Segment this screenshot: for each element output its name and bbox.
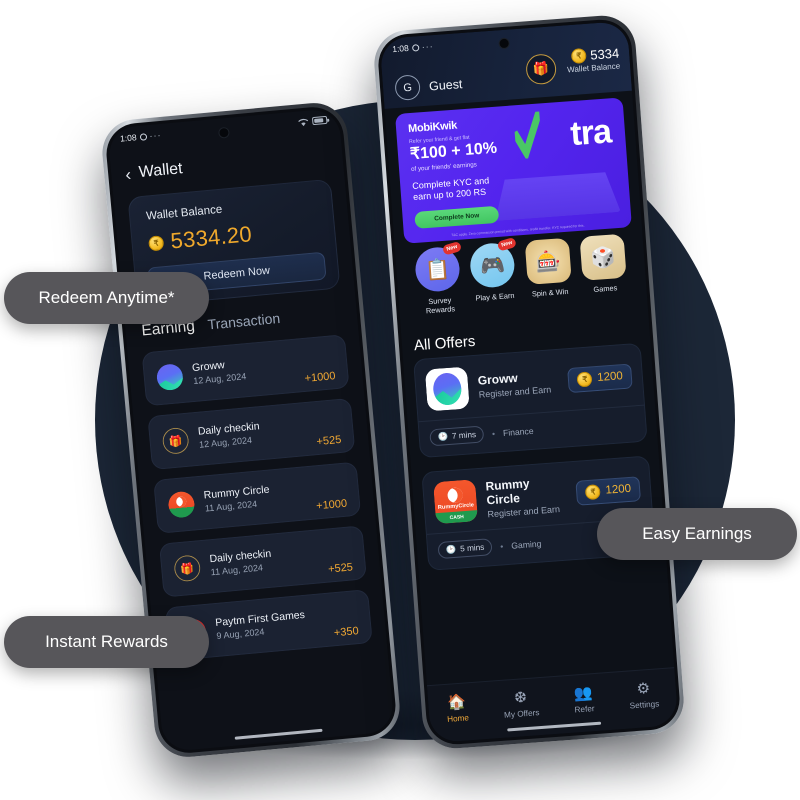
coin-icon: ₹ xyxy=(585,483,602,500)
offer-time-chip: 🕑 5 mins xyxy=(437,538,493,560)
banner-kyc-line: Complete KYC and earn up to 200 RS xyxy=(411,175,490,203)
promo-banner[interactable]: tra MobiKwik Refer your friend & get fla… xyxy=(395,97,632,244)
home-indicator xyxy=(234,728,323,740)
clock-icon: 🕑 xyxy=(445,544,457,555)
avatar: G xyxy=(394,74,421,101)
back-chevron-icon[interactable]: ‹ xyxy=(124,164,131,183)
offer-category: Gaming xyxy=(510,538,542,551)
balance-label: Wallet Balance xyxy=(145,203,223,223)
wallet-balance-widget[interactable]: ₹ 5334 Wallet Balance xyxy=(566,46,621,75)
list-item[interactable]: Rummy Circle 11 Aug, 2024 +1000 xyxy=(153,461,362,534)
banner-copy: MobiKwik Refer your friend & get flat ₹1… xyxy=(408,115,527,229)
games-board-icon: 🎲 xyxy=(579,233,627,281)
item-amount: +350 xyxy=(333,625,360,640)
coin-icon: ₹ xyxy=(576,370,593,387)
nav-label: Home xyxy=(446,712,470,724)
status-indicator-icon xyxy=(411,43,419,52)
page-title: Wallet xyxy=(138,160,184,182)
offer-time: 7 mins xyxy=(451,430,477,441)
list-item[interactable]: 🎁 Daily checkin 11 Aug, 2024 +525 xyxy=(158,525,367,598)
quick-app-label: Games xyxy=(593,283,618,295)
user-name: Guest xyxy=(428,76,463,94)
quick-app-games[interactable]: 🎲 Games xyxy=(575,233,635,323)
list-item[interactable]: Groww 12 Aug, 2024 +1000 xyxy=(141,334,350,407)
quick-apps-row: 📋 New Survey Rewards 🎮 New Play & Earn 🎰… xyxy=(403,233,641,336)
home-screen: 1:08 ··· 🎁 ₹ 5334 Wallet Balance G Guest… xyxy=(379,20,679,744)
new-badge: New xyxy=(441,240,463,256)
gear-icon: ⚙ xyxy=(635,679,651,698)
new-badge: New xyxy=(497,236,518,252)
item-amount: +525 xyxy=(327,561,354,576)
offer-name: Rummy Circle xyxy=(485,476,530,508)
item-amount: +525 xyxy=(316,433,342,449)
all-offers-heading: All Offers xyxy=(413,332,476,355)
gift-icon: 🎁 xyxy=(173,554,202,583)
rummy-circle-icon xyxy=(167,490,196,519)
wallet-amount: 5334 xyxy=(589,45,620,63)
offer-time-chip: 🕑 7 mins xyxy=(429,425,485,447)
callout-easy-earnings: Easy Earnings xyxy=(597,508,797,560)
nav-item-home[interactable]: 🏠 Home xyxy=(445,692,470,724)
status-menu-dots: ··· xyxy=(421,41,435,52)
tab-transaction[interactable]: Transaction xyxy=(207,310,281,333)
quick-app-label: Play & Earn xyxy=(475,290,515,303)
offer-category: Finance xyxy=(502,425,534,438)
home-phone-mockup: 1:08 ··· 🎁 ₹ 5334 Wallet Balance G Guest… xyxy=(371,13,687,751)
user-row[interactable]: G Guest xyxy=(394,71,463,101)
groww-logo-icon xyxy=(424,366,470,412)
composition-stage: 1:08 ··· ‹ Wallet Wallet Balance ₹ 5334.… xyxy=(0,0,800,800)
offer-reward-badge: ₹ 1200 xyxy=(575,475,641,506)
spin-wheel-icon: 🎰 xyxy=(524,237,572,285)
status-menu-dots: ··· xyxy=(149,129,162,141)
complete-now-button[interactable]: Complete Now xyxy=(414,205,500,229)
quick-app-survey-rewards[interactable]: 📋 New Survey Rewards xyxy=(409,240,469,335)
balance-amount: 5334.20 xyxy=(169,221,253,254)
coin-icon: ₹ xyxy=(147,234,165,251)
gift-icon: 🎁 xyxy=(161,426,190,455)
refer-icon: 👥 xyxy=(573,683,594,703)
offer-time: 5 mins xyxy=(459,542,485,554)
gamepad-icon: 🎮 xyxy=(469,241,517,289)
item-amount: +1000 xyxy=(315,497,348,513)
groww-icon xyxy=(155,363,184,392)
coin-icon: ₹ xyxy=(570,47,587,65)
nav-item-refer[interactable]: 👥 Refer xyxy=(573,683,595,715)
offer-reward-badge: ₹ 1200 xyxy=(567,362,633,393)
offer-coin-amount: 1200 xyxy=(596,370,624,384)
phone-bezel: 1:08 ··· 🎁 ₹ 5334 Wallet Balance G Guest… xyxy=(376,17,682,747)
bottom-navigation: 🏠 Home ❆ My Offers 👥 Refer ⚙ Settings xyxy=(426,667,679,744)
wifi-icon xyxy=(298,118,309,127)
offer-coin-amount: 1200 xyxy=(605,482,632,497)
battery-icon xyxy=(311,115,328,126)
separator-dot: • xyxy=(499,540,504,552)
nav-item-settings[interactable]: ⚙ Settings xyxy=(628,679,660,710)
quick-app-label: Survey Rewards xyxy=(425,295,456,316)
offer-card-groww[interactable]: Groww Register and Earn ₹ 1200 🕑 7 mins xyxy=(413,342,648,459)
list-item[interactable]: 🎁 Daily checkin 12 Aug, 2024 +525 xyxy=(147,397,356,471)
clock-icon: 🕑 xyxy=(437,431,449,442)
nav-label: Settings xyxy=(629,698,660,710)
xtra-wordmark: tra xyxy=(569,112,613,154)
status-time: 1:08 xyxy=(119,132,137,144)
callout-redeem-anytime: Redeem Anytime* xyxy=(4,272,209,324)
nav-label: Refer xyxy=(574,703,595,715)
nav-label: My Offers xyxy=(503,707,540,720)
offers-icon: ❆ xyxy=(513,688,528,707)
rummy-circle-logo-icon: RummyCircle CASH xyxy=(433,479,479,525)
item-amount: +1000 xyxy=(304,370,337,385)
quick-app-label: Spin & Win xyxy=(531,286,569,299)
balance-row: ₹ 5334.20 xyxy=(147,221,253,256)
separator-dot: • xyxy=(491,428,496,439)
callout-instant-rewards: Instant Rewards xyxy=(4,616,209,668)
home-icon: 🏠 xyxy=(446,692,467,712)
status-indicator-icon xyxy=(139,132,147,141)
quick-app-play-and-earn[interactable]: 🎮 New Play & Earn xyxy=(464,236,524,331)
nav-item-my-offers[interactable]: ❆ My Offers xyxy=(502,688,540,720)
quick-app-spin-and-win[interactable]: 🎰 Spin & Win xyxy=(519,237,579,327)
status-time: 1:08 xyxy=(391,42,410,55)
